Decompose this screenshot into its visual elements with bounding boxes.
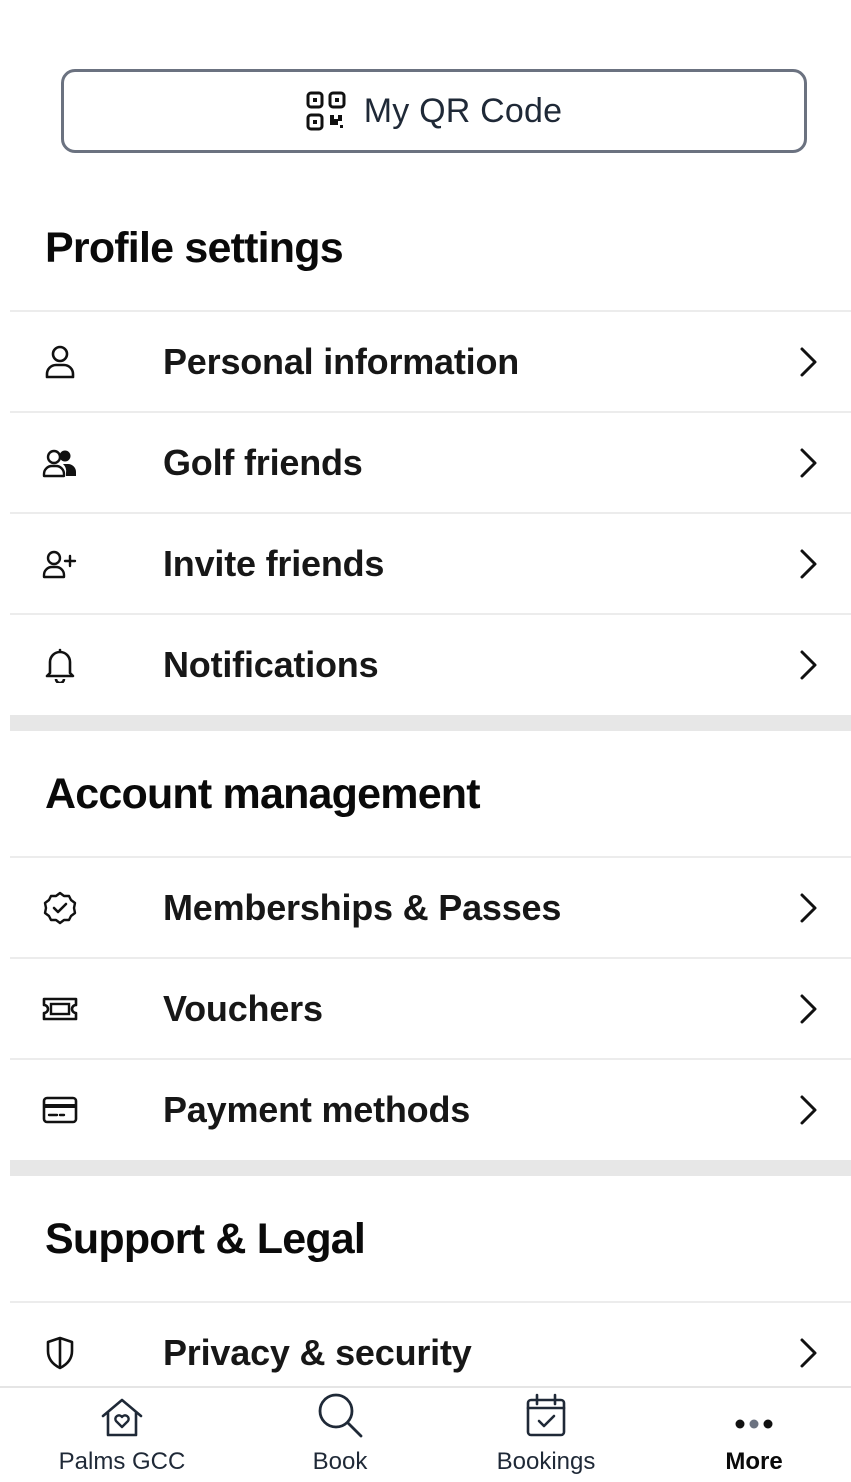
search-icon (316, 1388, 364, 1442)
more-dots-icon (734, 1388, 774, 1442)
section-title-account-management: Account management (45, 770, 481, 818)
chevron-right-icon (800, 1095, 817, 1124)
menu-item-label: Notifications (163, 643, 379, 685)
tab-bookings[interactable]: Bookings (481, 1388, 611, 1482)
tab-label: Palms GCC (58, 1448, 186, 1475)
menu-item-label: Golf friends (163, 441, 363, 483)
tab-label: Book (312, 1448, 368, 1475)
menu-item-personal-information[interactable]: Personal information (10, 312, 851, 411)
menu-item-label: Invite friends (163, 542, 385, 584)
menu-item-memberships-passes[interactable]: Memberships & Passes (10, 858, 851, 957)
calendar-check-icon (525, 1388, 567, 1442)
tab-more[interactable]: More (713, 1388, 795, 1482)
person-icon (42, 344, 78, 380)
my-qr-code-button[interactable]: My QR Code (61, 69, 807, 153)
bottom-tab-bar: Palms GCC Book Bookings More (0, 1386, 851, 1482)
shield-icon (42, 1335, 78, 1371)
section-title-support-legal: Support & Legal (45, 1215, 366, 1263)
menu-item-label: Vouchers (163, 987, 323, 1029)
menu-item-invite-friends[interactable]: Invite friends (10, 514, 851, 613)
section-separator (10, 715, 851, 731)
tab-book[interactable]: Book (290, 1388, 390, 1482)
menu-item-payment-methods[interactable]: Payment methods (10, 1060, 851, 1159)
tab-palms-gcc[interactable]: Palms GCC (52, 1388, 192, 1482)
chevron-right-icon (800, 448, 817, 477)
menu-item-label: Privacy & security (163, 1331, 472, 1373)
person-add-icon (42, 546, 78, 582)
home-heart-icon (99, 1388, 145, 1442)
chevron-right-icon (800, 347, 817, 376)
ticket-icon (42, 991, 78, 1027)
badge-check-icon (42, 890, 78, 926)
chevron-right-icon (800, 650, 817, 679)
my-qr-code-label: My QR Code (363, 91, 563, 130)
chevron-right-icon (800, 549, 817, 578)
menu-item-label: Memberships & Passes (163, 886, 562, 928)
menu-item-vouchers[interactable]: Vouchers (10, 959, 851, 1058)
qr-code-icon (306, 91, 346, 131)
chevron-right-icon (800, 893, 817, 922)
menu-item-golf-friends[interactable]: Golf friends (10, 413, 851, 512)
friends-icon (42, 445, 78, 481)
menu-item-label: Payment methods (163, 1088, 471, 1130)
section-title-profile-settings: Profile settings (45, 224, 344, 272)
menu-item-notifications[interactable]: Notifications (10, 615, 851, 714)
bell-icon (42, 647, 78, 683)
credit-card-icon (42, 1092, 78, 1128)
chevron-right-icon (800, 994, 817, 1023)
tab-label: Bookings (496, 1448, 596, 1475)
tab-label: More (725, 1448, 783, 1475)
section-separator (10, 1160, 851, 1176)
chevron-right-icon (800, 1338, 817, 1367)
menu-item-label: Personal information (163, 340, 520, 382)
